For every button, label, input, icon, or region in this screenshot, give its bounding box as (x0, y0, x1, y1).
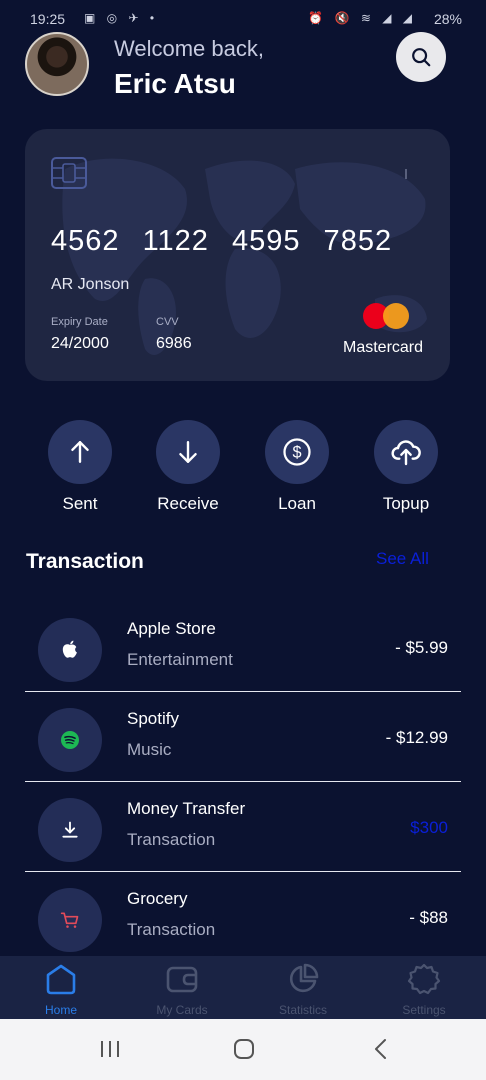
nav-my-cards[interactable]: My Cards (132, 962, 232, 1017)
nav-my-cards-label: My Cards (156, 1003, 208, 1017)
dollar-icon: $ (283, 438, 311, 466)
transaction-row[interactable]: Money Transfer Transaction $300 (25, 782, 461, 871)
topup-label: Topup (382, 494, 430, 513)
cvv-value: 6986 (156, 335, 192, 352)
card-brand: Mastercard (343, 339, 424, 356)
transaction-title: Transaction (26, 550, 144, 573)
wallet-icon (166, 966, 198, 993)
bottom-nav: Home My Cards Statistics Settings (0, 956, 486, 1019)
gear-icon (407, 963, 441, 995)
topup-circle[interactable] (374, 420, 438, 484)
transaction-icon-circle (38, 798, 102, 862)
svg-text:$: $ (292, 444, 301, 462)
system-status-icons: ⏰ 🔇 ≋ ◢ ◢ (308, 11, 416, 25)
transaction-name: Spotify (127, 709, 179, 728)
transaction-icon-circle (38, 618, 102, 682)
receive-button[interactable]: Receive (138, 420, 238, 514)
user-name: Eric Atsu (114, 68, 236, 99)
loan-label: Loan (278, 494, 316, 513)
nav-home-label: Home (44, 1003, 77, 1017)
download-icon (62, 821, 78, 838)
notification-icons: ▣ ◎ ✈ • (84, 11, 159, 25)
arrow-down-icon (179, 441, 197, 463)
transaction-icon-circle (38, 708, 102, 772)
home-system-icon[interactable] (233, 1038, 255, 1060)
transaction-row[interactable]: Apple Store Entertainment - $5.99 (25, 602, 461, 691)
cart-icon (60, 912, 79, 928)
card-holder: AR Jonson (51, 276, 130, 293)
sent-label: Sent (62, 494, 98, 513)
nav-settings-label: Settings (402, 1003, 446, 1017)
home-icon (46, 964, 76, 995)
arrow-up-icon (71, 441, 89, 463)
transaction-amount: $300 (410, 818, 448, 837)
pie-chart-icon (289, 963, 319, 993)
transaction-category: Transaction (127, 830, 216, 849)
transaction-row[interactable]: Spotify Music - $12.99 (25, 692, 461, 781)
see-all-link[interactable]: See All (376, 549, 429, 569)
loan-circle[interactable]: $ (265, 420, 329, 484)
transaction-name: Money Transfer (127, 799, 246, 818)
nav-statistics[interactable]: Statistics (253, 962, 353, 1017)
mastercard-logo-icon (383, 303, 409, 329)
receive-circle[interactable] (156, 420, 220, 484)
nav-home[interactable]: Home (11, 962, 111, 1017)
spotify-icon (61, 731, 79, 749)
system-nav-bar (0, 1019, 486, 1080)
nav-statistics-label: Statistics (278, 1003, 327, 1017)
nav-settings[interactable]: Settings (374, 962, 474, 1017)
search-button[interactable] (396, 32, 446, 82)
transaction-name: Grocery (127, 889, 188, 908)
status-time: 19:25 (30, 11, 66, 27)
transaction-amount: - $88 (409, 908, 448, 927)
sent-circle[interactable] (48, 420, 112, 484)
recent-apps-icon[interactable] (98, 1039, 122, 1059)
loan-button[interactable]: $ Loan (247, 420, 347, 514)
avatar[interactable] (25, 32, 89, 96)
transaction-amount: - $12.99 (385, 728, 448, 747)
credit-card[interactable]: 4562 1122 4595 7852 AR Jonson Expiry Dat… (25, 129, 450, 381)
battery-level: 28% (433, 11, 462, 27)
search-icon (412, 48, 431, 67)
cvv-label: CVV (156, 316, 179, 328)
transaction-row[interactable]: Grocery Transaction - $88 (25, 872, 461, 961)
expiry-value: 24/2000 (51, 335, 109, 352)
card-chip-icon (51, 157, 87, 189)
welcome-text: Welcome back, (114, 36, 264, 61)
back-icon[interactable] (372, 1038, 390, 1060)
transaction-category: Music (127, 740, 172, 759)
expiry-label: Expiry Date (51, 316, 108, 328)
cloud-upload-icon (391, 440, 421, 466)
transaction-category: Transaction (127, 920, 216, 939)
transaction-amount: - $5.99 (395, 638, 448, 657)
sent-button[interactable]: Sent (30, 420, 130, 514)
apple-icon (62, 640, 77, 658)
topup-button[interactable]: Topup (356, 420, 456, 514)
transaction-icon-circle (38, 888, 102, 952)
card-number: 4562 1122 4595 7852 (51, 225, 393, 257)
receive-label: Receive (157, 494, 219, 513)
transaction-category: Entertainment (127, 650, 233, 669)
transaction-name: Apple Store (127, 619, 216, 638)
